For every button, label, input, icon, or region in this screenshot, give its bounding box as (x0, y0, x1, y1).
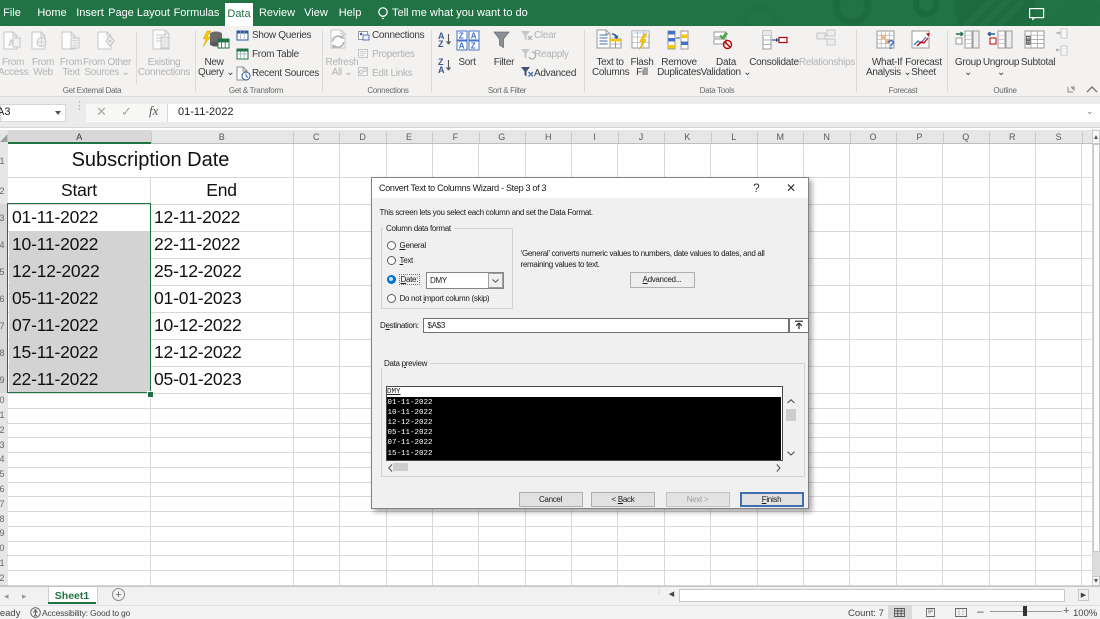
svg-text:?: ? (887, 37, 895, 52)
svg-text:A: A (471, 32, 477, 41)
svg-text:A: A (438, 65, 445, 75)
svg-text:Z: Z (438, 39, 444, 49)
svg-text:Z: Z (459, 32, 464, 41)
svg-text:Z: Z (471, 42, 476, 51)
svg-text:A: A (459, 42, 465, 51)
